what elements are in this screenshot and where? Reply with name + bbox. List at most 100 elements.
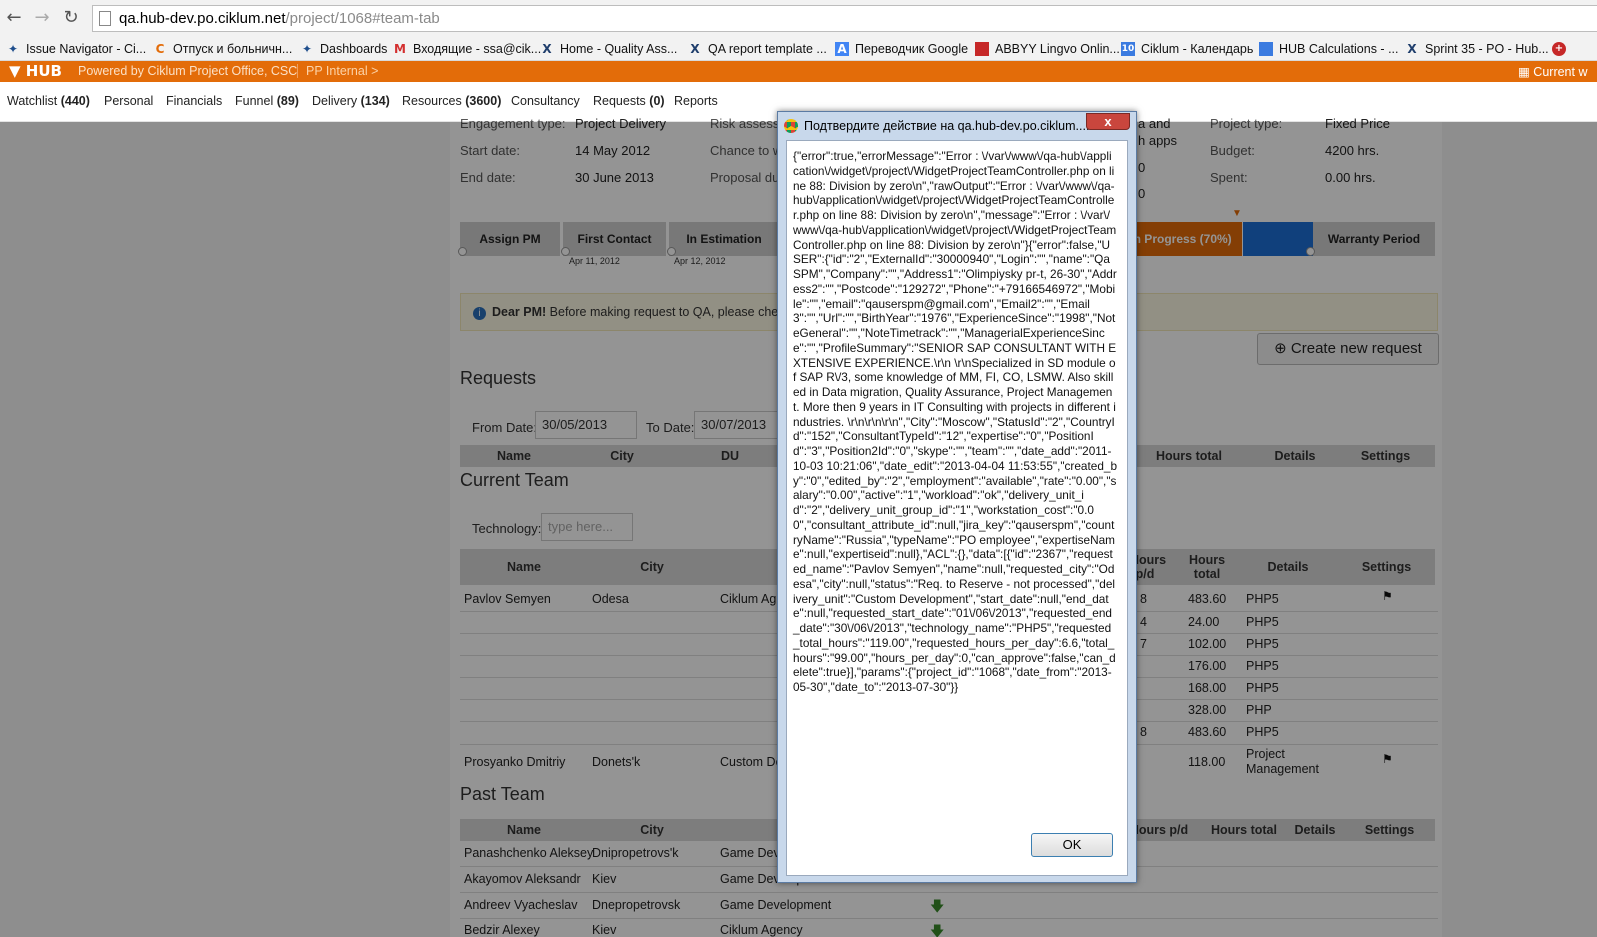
menu-reports[interactable]: Reports bbox=[674, 94, 718, 108]
chance-label: Chance to w bbox=[710, 143, 783, 158]
member-hours-total: 24.00 bbox=[1188, 615, 1220, 629]
col-city[interactable]: City bbox=[588, 549, 716, 585]
bookmark-item[interactable]: A Переводчик Google bbox=[835, 39, 968, 59]
dialog-title: Подтвердите действие на qa.hub-dev.po.ci… bbox=[784, 116, 1089, 136]
stage-assign-pm: Assign PM bbox=[460, 222, 560, 256]
row-divider bbox=[460, 918, 1438, 919]
flag-uk-icon: + bbox=[1552, 39, 1572, 59]
row-divider bbox=[460, 892, 1438, 893]
engagement-label: Engagement type: bbox=[460, 116, 566, 131]
member-name[interactable]: Bedzir Alexey bbox=[464, 923, 540, 937]
stage-dot bbox=[458, 247, 467, 256]
member-city: Donets'k bbox=[592, 755, 641, 769]
col-city[interactable]: City bbox=[588, 819, 716, 841]
member-name[interactable]: Andreev Vyacheslav bbox=[464, 898, 578, 912]
browser-window: ← → ↻ qa.hub-dev.po.ciklum.net/project/1… bbox=[0, 0, 1597, 937]
menu-delivery[interactable]: Delivery (134) bbox=[312, 94, 390, 108]
create-new-request-button[interactable]: ⊕ Create new request bbox=[1257, 333, 1439, 365]
col-settings[interactable]: Settings bbox=[1338, 549, 1435, 585]
stage-first-contact: First Contact bbox=[563, 222, 666, 256]
member-name[interactable]: Panashchenko Aleksey bbox=[464, 846, 593, 860]
col-du[interactable]: DU bbox=[676, 445, 784, 467]
restore-arrow-icon[interactable]: 🡇 bbox=[930, 921, 944, 937]
to-date-label: To Date: bbox=[646, 420, 695, 435]
flag-icon[interactable]: ⚑ bbox=[1382, 752, 1393, 766]
reload-icon[interactable]: ↻ bbox=[61, 8, 81, 28]
bookmark-item[interactable]: ✦ Issue Navigator - Ci... bbox=[6, 39, 146, 59]
book-icon bbox=[975, 42, 989, 56]
stage-date: Apr 11, 2012 bbox=[569, 256, 620, 266]
member-details: PHP5 bbox=[1246, 681, 1279, 695]
col-hours-pd[interactable]: Hours p/d bbox=[1128, 819, 1190, 841]
forward-icon[interactable]: → bbox=[32, 8, 52, 28]
menu-watchlist[interactable]: Watchlist (440) bbox=[7, 94, 90, 108]
member-name[interactable]: Prosyanko Dmitriy bbox=[464, 755, 565, 769]
member-hours-total: 176.00 bbox=[1188, 659, 1227, 673]
bookmark-item[interactable]: X Home - Quality Ass... bbox=[540, 39, 677, 59]
bookmark-item[interactable]: C Отпуск и больничн... bbox=[153, 39, 293, 59]
bookmark-item[interactable]: HUB Calculations - ... bbox=[1259, 39, 1398, 59]
col-name[interactable]: Name bbox=[460, 549, 588, 585]
restore-arrow-icon[interactable]: 🡇 bbox=[930, 896, 944, 920]
col-name[interactable]: Name bbox=[460, 819, 588, 841]
member-name[interactable]: Pavlov Semyen bbox=[464, 592, 551, 606]
member-name[interactable]: Akayomov Aleksandr bbox=[464, 872, 581, 886]
partial-text: 0 bbox=[1138, 160, 1146, 175]
menu-funnel[interactable]: Funnel (89) bbox=[235, 94, 299, 108]
start-date-value: 14 May 2012 bbox=[575, 143, 651, 158]
error-message: {"error":true,"errorMessage":"Error : \/… bbox=[793, 149, 1118, 694]
chrome-icon bbox=[784, 119, 798, 133]
bookmarks-bar: ✦ Issue Navigator - Ci... C Отпуск и больн… bbox=[0, 37, 1597, 61]
bookmark-item[interactable]: X QA report template ... bbox=[688, 39, 826, 59]
from-date-input[interactable]: 30/05/2013 bbox=[535, 411, 637, 439]
col-details[interactable]: Details bbox=[1286, 819, 1344, 841]
col-settings[interactable]: Settings bbox=[1336, 445, 1435, 467]
col-city[interactable]: City bbox=[568, 445, 676, 467]
info-icon: i bbox=[473, 307, 486, 320]
menu-requests[interactable]: Requests (0) bbox=[593, 94, 665, 108]
pp-internal-link[interactable]: PP Internal > bbox=[297, 64, 378, 78]
col-details[interactable]: Details bbox=[1238, 549, 1338, 585]
member-details: PHP5 bbox=[1246, 659, 1279, 673]
to-date-input[interactable]: 30/07/2013 bbox=[694, 411, 778, 439]
technology-input[interactable]: type here... bbox=[541, 513, 633, 541]
bookmark-item[interactable]: M Входящие - ssa@cik... bbox=[393, 39, 541, 59]
col-settings[interactable]: Settings bbox=[1344, 819, 1435, 841]
col-hours-total[interactable]: Hours total bbox=[1124, 445, 1254, 467]
bookmark-item[interactable]: X Sprint 35 - PO - Hub... bbox=[1405, 39, 1548, 59]
col-hours-total[interactable]: Hours total bbox=[1182, 549, 1232, 585]
end-date-value: 30 June 2013 bbox=[575, 170, 654, 185]
member-city: Dnepropetrovsk bbox=[592, 898, 681, 912]
stage-progress-bar bbox=[1243, 222, 1313, 256]
member-hours-total: 102.00 bbox=[1188, 637, 1227, 651]
current-week-link[interactable]: ▦ Current w bbox=[1518, 64, 1587, 79]
flag-icon[interactable]: ⚑ bbox=[1382, 589, 1393, 603]
bookmark-item[interactable]: 10 Ciklum - Календарь bbox=[1121, 39, 1253, 59]
dialog-body: {"error":true,"errorMessage":"Error : \/… bbox=[786, 140, 1128, 876]
doc-icon bbox=[1259, 42, 1273, 56]
hub-header: ▼ HUB Powered by Ciklum Project Office, … bbox=[0, 61, 1597, 82]
jira-icon: ✦ bbox=[301, 42, 313, 56]
bookmark-item[interactable]: ✦ Dashboards bbox=[300, 39, 387, 59]
back-icon[interactable]: ← bbox=[4, 8, 24, 28]
engagement-value: Project Delivery bbox=[575, 116, 667, 131]
bookmark-item[interactable]: ABBYY Lingvo Onlin... bbox=[975, 39, 1120, 59]
col-details[interactable]: Details bbox=[1254, 445, 1336, 467]
ok-button[interactable]: OK bbox=[1031, 833, 1113, 857]
member-hours-total: 328.00 bbox=[1188, 703, 1227, 717]
menu-consultancy[interactable]: Consultancy bbox=[511, 94, 580, 108]
url-input[interactable]: qa.hub-dev.po.ciklum.net/project/1068#te… bbox=[92, 5, 1597, 32]
menu-personal[interactable]: Personal bbox=[104, 94, 153, 108]
menu-financials[interactable]: Financials bbox=[166, 94, 222, 108]
col-name[interactable]: Name bbox=[460, 445, 568, 467]
close-button[interactable]: x bbox=[1086, 113, 1130, 130]
hub-logo[interactable]: ▼ HUB bbox=[9, 62, 62, 80]
partial-text: h apps bbox=[1138, 133, 1178, 148]
c-logo-icon: C bbox=[155, 42, 165, 56]
member-details: PHP5 bbox=[1246, 592, 1279, 606]
member-city: Dnipropetrovs'k bbox=[592, 846, 679, 860]
stage-in-progress: in Progress (70%) bbox=[1120, 222, 1242, 256]
col-hours-total[interactable]: Hours total bbox=[1204, 819, 1284, 841]
menu-resources[interactable]: Resources (3600) bbox=[402, 94, 501, 108]
member-details: PHP5 bbox=[1246, 637, 1279, 651]
